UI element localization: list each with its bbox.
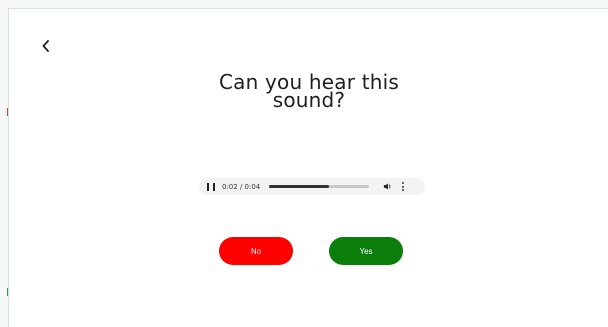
pause-icon[interactable] (207, 182, 215, 191)
no-button[interactable]: No (219, 237, 293, 265)
question-heading: Can you hear this sound? (9, 72, 608, 112)
volume-icon[interactable] (383, 182, 392, 191)
seek-bar[interactable] (269, 185, 370, 188)
sound-check-panel: Can you hear this sound? 0:02 / 0:04 No … (8, 8, 608, 327)
back-button[interactable] (37, 37, 55, 55)
chevron-left-icon (42, 40, 49, 52)
playback-time: 0:02 / 0:04 (222, 182, 261, 191)
audio-player: 0:02 / 0:04 (199, 178, 425, 195)
question-line-2: sound? (272, 88, 346, 112)
seek-bar-progress (269, 185, 330, 188)
more-vert-icon[interactable] (401, 182, 404, 191)
yes-button[interactable]: Yes (329, 237, 403, 265)
